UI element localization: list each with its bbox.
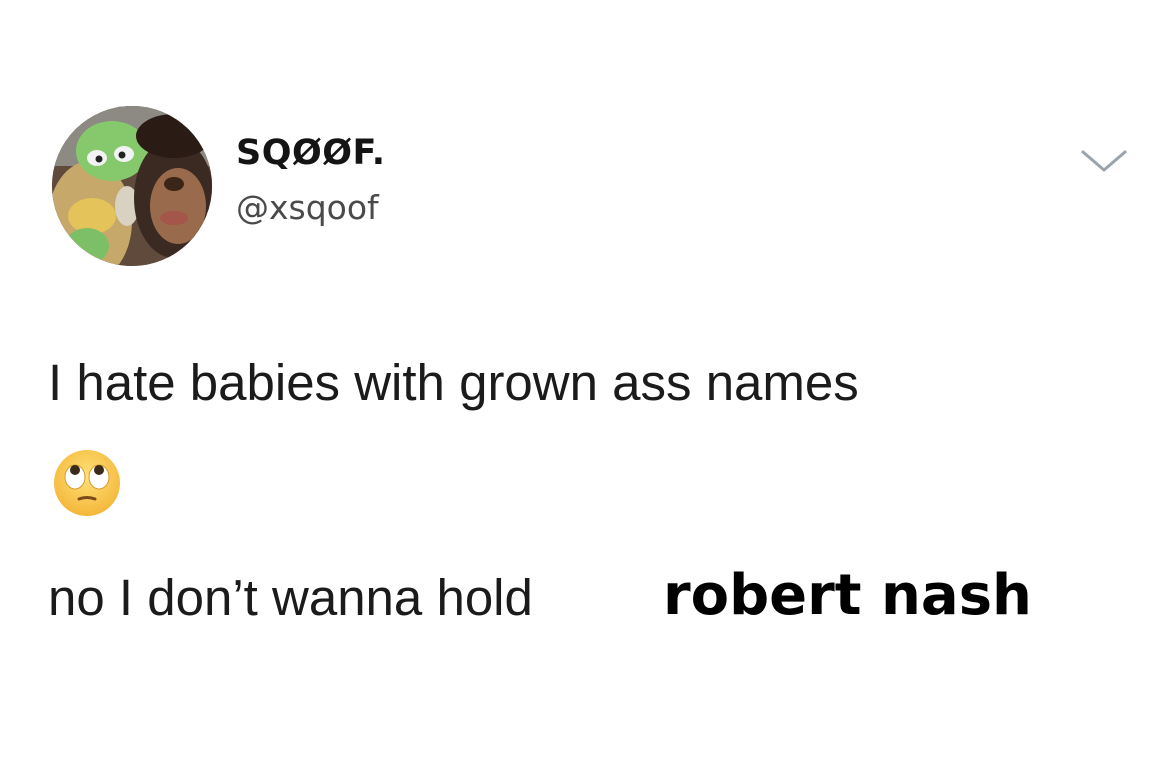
overlay-caption: robert nash [663, 563, 1032, 628]
chevron-down-icon[interactable] [1079, 146, 1129, 176]
avatar-image [52, 106, 212, 266]
tweet-card: SQØØF. @xsqoof I hate babies with grown … [0, 0, 1169, 763]
display-name[interactable]: SQØØF. [236, 133, 386, 173]
tweet-text-line-1: I hate babies with grown ass names [48, 354, 859, 411]
tweet-text-line-2: no I don’t wanna hold [48, 569, 533, 626]
user-handle[interactable]: @xsqoof [236, 188, 379, 228]
rolling-eyes-emoji-icon [51, 447, 123, 519]
avatar[interactable] [52, 106, 212, 266]
